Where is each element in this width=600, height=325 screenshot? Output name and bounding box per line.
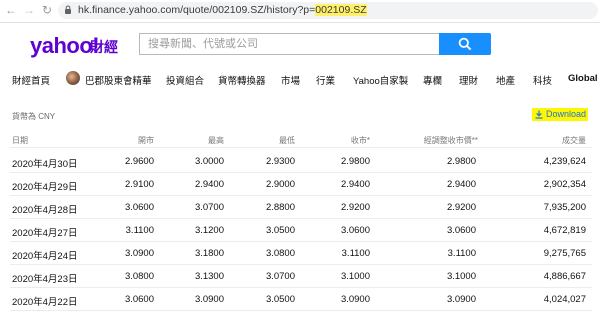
nav-markets[interactable]: 市場: [281, 73, 300, 87]
cell-high: 3.1300: [194, 271, 224, 282]
cell-close: 2.9400: [340, 179, 370, 190]
cell-low: 3.0500: [265, 225, 295, 236]
table-row-divider: [10, 287, 592, 288]
col-header-volume: 成交量: [562, 136, 586, 145]
cell-low: 2.9000: [265, 179, 295, 190]
cell-close: 3.1000: [340, 271, 370, 282]
cell-adj-close: 2.9800: [446, 156, 476, 167]
cell-volume: 4,239,624: [543, 156, 586, 167]
cell-low: 3.0800: [265, 248, 295, 259]
table-row-divider: [10, 195, 592, 196]
url-ticker-highlight: 002109.SZ: [315, 4, 367, 16]
cell-open: 3.1100: [125, 225, 154, 236]
url-prefix: hk.finance.yahoo.com/quote/002109.SZ/his…: [78, 4, 316, 16]
table-divider: [10, 147, 592, 148]
reload-icon[interactable]: ↻: [40, 3, 54, 17]
cell-adj-close: 3.0900: [446, 294, 476, 305]
nav-technology[interactable]: 科技: [533, 73, 552, 87]
avatar: [66, 71, 80, 85]
cell-date: 2020年4月24日: [12, 251, 78, 262]
yahoo-logo[interactable]: yahoo!: [30, 33, 100, 59]
cell-volume: 4,024,027: [543, 294, 586, 305]
cell-adj-close: 3.0600: [446, 225, 476, 236]
back-arrow-icon[interactable]: ←: [4, 3, 18, 17]
nav-personal-finance[interactable]: 理財: [459, 73, 478, 87]
nav-berkshire-highlights[interactable]: 巴郡股東會精華: [85, 73, 152, 87]
table-row-divider: [10, 264, 592, 265]
cell-open: 3.0900: [124, 248, 154, 259]
cell-low: 3.0700: [265, 271, 295, 282]
nav-industries[interactable]: 行業: [316, 73, 335, 87]
table-row-divider: [10, 241, 592, 242]
search-icon: [458, 37, 472, 51]
cell-date: 2020年4月30日: [12, 159, 78, 170]
col-header-close: 收市*: [350, 136, 370, 145]
search-input[interactable]: [139, 33, 439, 55]
cell-date: 2020年4月28日: [12, 205, 78, 216]
cell-high: 3.1800: [194, 248, 224, 259]
cell-low: 2.9300: [265, 156, 295, 167]
col-header-date: 日期: [12, 136, 28, 145]
cell-date: 2020年4月22日: [12, 297, 78, 308]
col-header-adj-close: 經調整收市價**: [423, 136, 478, 145]
cell-high: 3.0000: [194, 156, 224, 167]
cell-adj-close: 3.1100: [447, 248, 476, 259]
lock-icon: [65, 5, 71, 14]
cell-low: 2.8800: [265, 202, 295, 213]
table-row-divider: [10, 172, 592, 173]
cell-close: 3.0900: [340, 294, 370, 305]
forward-arrow-icon[interactable]: →: [22, 3, 36, 17]
cell-volume: 2,902,354: [543, 179, 586, 190]
url-text[interactable]: hk.finance.yahoo.com/quote/002109.SZ/his…: [78, 3, 367, 18]
cell-date: 2020年4月29日: [12, 182, 78, 193]
col-header-open: 開市: [138, 136, 154, 145]
cell-close: 2.9200: [340, 202, 370, 213]
table-row-divider: [10, 310, 592, 311]
search-button[interactable]: [439, 33, 491, 55]
yahoo-finance-label[interactable]: 財經: [90, 37, 118, 57]
cell-volume: 9,275,765: [543, 248, 586, 259]
cell-high: 3.0900: [194, 294, 224, 305]
cell-open: 3.0600: [124, 294, 154, 305]
cell-high: 2.9400: [194, 179, 224, 190]
cell-open: 2.9600: [124, 156, 154, 167]
cell-close: 3.1100: [341, 248, 370, 259]
cell-date: 2020年4月23日: [12, 274, 78, 285]
cell-close: 3.0600: [340, 225, 370, 236]
cell-adj-close: 3.1000: [446, 271, 476, 282]
cell-high: 3.1200: [194, 225, 224, 236]
nav-property[interactable]: 地產: [496, 73, 515, 87]
col-header-low: 最低: [279, 136, 295, 145]
cell-date: 2020年4月27日: [12, 228, 78, 239]
currency-note: 貨幣為 CNY: [12, 112, 56, 121]
cell-volume: 7,935,200: [543, 202, 586, 213]
nav-finance-home[interactable]: 財經首頁: [12, 73, 50, 87]
nav-yahoo-originals[interactable]: Yahoo自家製: [353, 73, 408, 87]
cell-close: 2.9800: [340, 156, 370, 167]
download-icon: [535, 110, 543, 119]
cell-open: 3.0800: [124, 271, 154, 282]
nav-currency-converter[interactable]: 貨幣轉換器: [218, 73, 266, 87]
nav-global[interactable]: Global: [568, 73, 598, 84]
cell-volume: 4,672,819: [543, 225, 586, 236]
cell-low: 3.0500: [265, 294, 295, 305]
download-button[interactable]: Download: [532, 108, 588, 121]
cell-volume: 4,886,667: [543, 271, 586, 282]
cell-open: 3.0600: [124, 202, 154, 213]
table-row-divider: [10, 218, 592, 219]
download-label: Download: [546, 109, 587, 119]
nav-columns[interactable]: 專欄: [423, 73, 442, 87]
cell-open: 2.9100: [124, 179, 154, 190]
cell-adj-close: 2.9400: [446, 179, 476, 190]
browser-toolbar: ← → ↻ hk.finance.yahoo.com/quote/002109.…: [0, 0, 600, 23]
nav-portfolio[interactable]: 投資組合: [166, 73, 204, 87]
col-header-high: 最高: [208, 136, 224, 145]
cell-adj-close: 2.9200: [446, 202, 476, 213]
cell-high: 3.0700: [194, 202, 224, 213]
